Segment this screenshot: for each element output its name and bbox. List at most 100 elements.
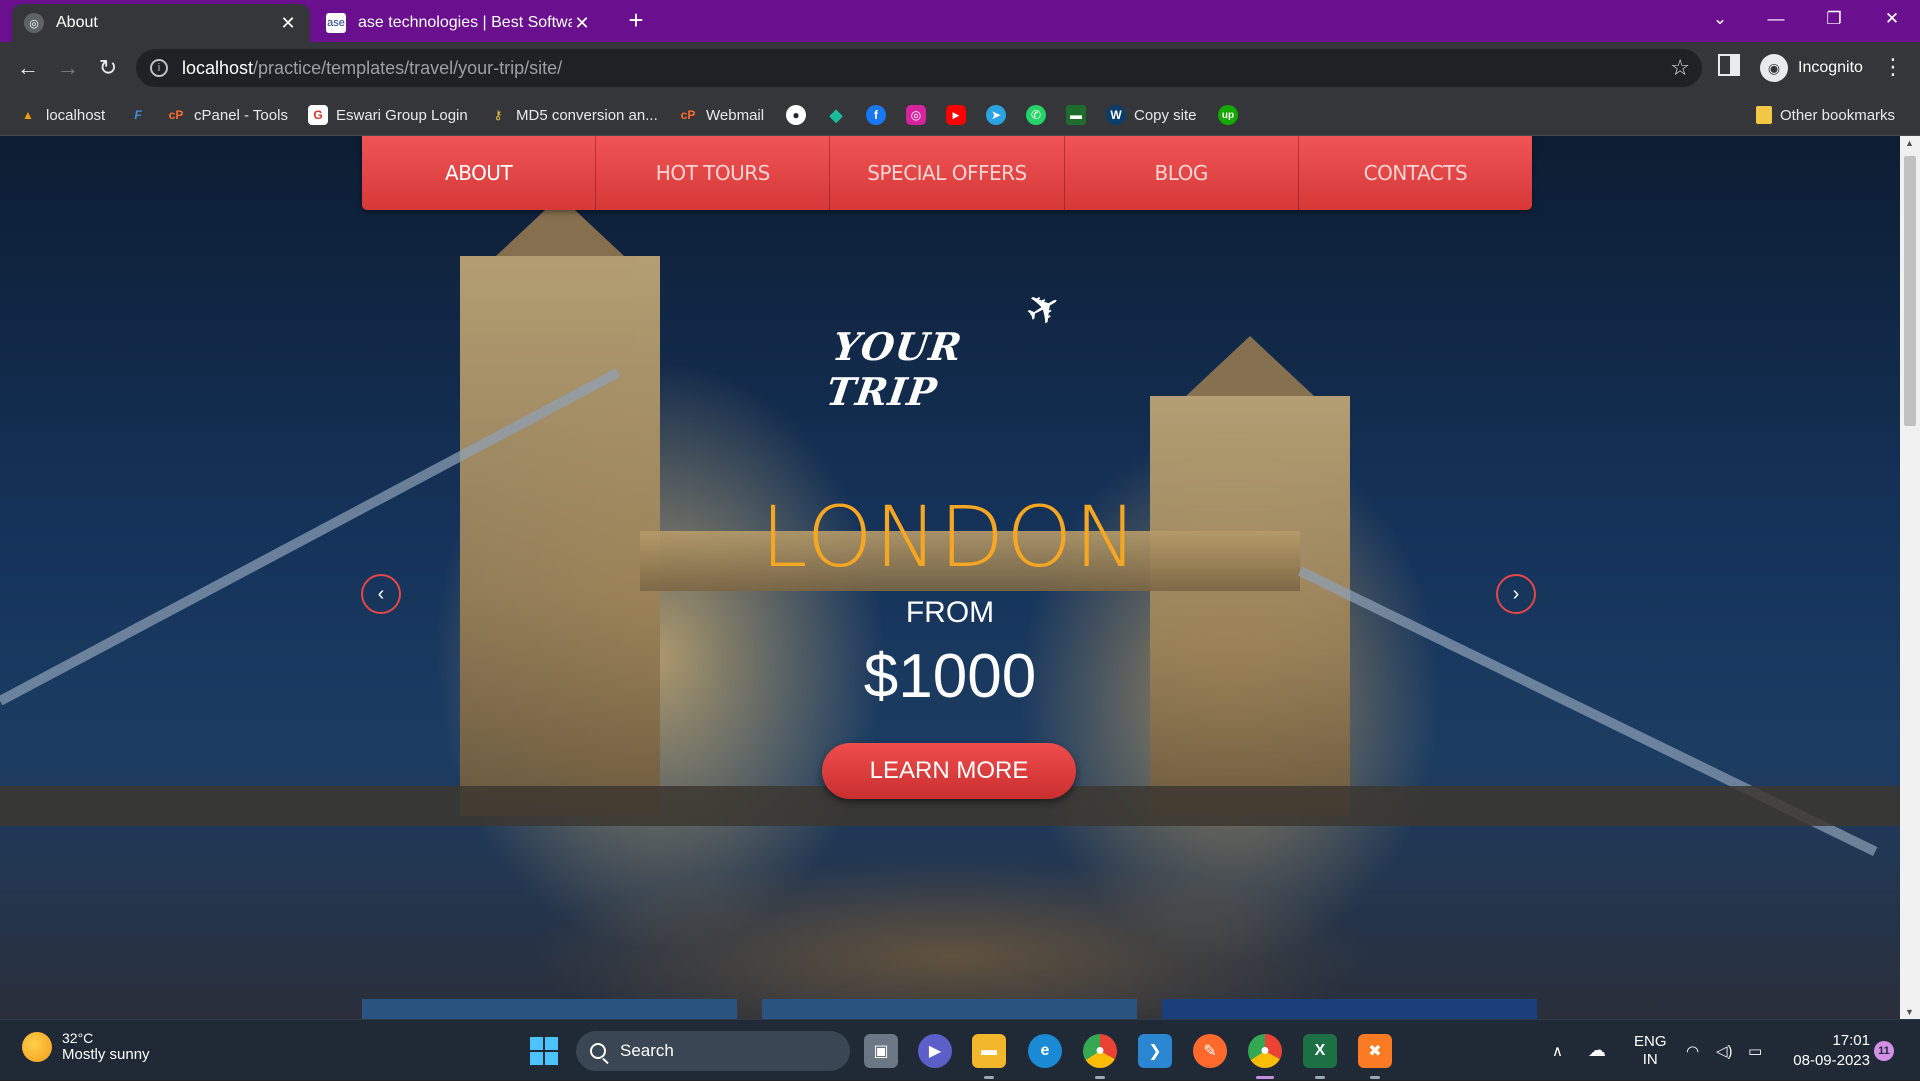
bookmark-localhost[interactable]: ▲ localhost bbox=[18, 103, 105, 127]
tour-card[interactable] bbox=[362, 999, 737, 1019]
bookmark-instagram[interactable]: ◎ bbox=[906, 103, 926, 127]
chrome-incognito-icon[interactable]: ● bbox=[1248, 1034, 1282, 1068]
language-indicator[interactable]: ENG IN bbox=[1634, 1020, 1667, 1081]
bookmark-facebook[interactable]: f bbox=[866, 103, 886, 127]
diamond-icon: ◆ bbox=[829, 104, 843, 125]
tab-ase-technologies[interactable]: ase ase technologies | Best Software ✕ bbox=[314, 4, 604, 42]
volume-icon[interactable]: ◁) bbox=[1716, 1020, 1733, 1081]
bookmark-cpanel[interactable]: cP cPanel - Tools bbox=[166, 103, 288, 127]
bookmark-eswari[interactable]: G Eswari Group Login bbox=[308, 103, 468, 127]
clock[interactable]: 17:01 08-09-2023 bbox=[1782, 1031, 1870, 1071]
hero-from-label: FROM bbox=[905, 596, 995, 629]
slider-next-button[interactable]: › bbox=[1496, 574, 1536, 614]
site-info-icon[interactable]: i bbox=[150, 59, 168, 77]
bookmark-webmail[interactable]: cP Webmail bbox=[678, 103, 764, 127]
vscode-icon[interactable]: ❯ bbox=[1138, 1034, 1172, 1068]
xampp-icon: ▲ bbox=[22, 108, 34, 122]
wifi-icon[interactable]: ◠ bbox=[1686, 1020, 1699, 1081]
close-tab-icon[interactable]: ✕ bbox=[278, 13, 298, 34]
scroll-up-icon[interactable]: ▲ bbox=[1905, 138, 1914, 148]
tab-about[interactable]: ◎ About ✕ bbox=[12, 4, 310, 42]
github-icon: ● bbox=[786, 105, 806, 125]
browser-titlebar: ◎ About ✕ ase ase technologies | Best So… bbox=[0, 0, 1920, 42]
tab-title: About bbox=[56, 14, 98, 31]
file-explorer-icon[interactable]: ▬ bbox=[972, 1034, 1006, 1068]
bookmark-copy-site[interactable]: W Copy site bbox=[1106, 103, 1197, 127]
slider-prev-button[interactable]: ‹ bbox=[361, 574, 401, 614]
bookmark-youtube[interactable]: ▶ bbox=[946, 103, 966, 127]
tab-search-icon[interactable]: ⌄ bbox=[1692, 0, 1748, 38]
chevron-left-icon: ‹ bbox=[377, 582, 385, 605]
search-placeholder: Search bbox=[620, 1041, 674, 1060]
other-bookmarks[interactable]: Other bookmarks bbox=[1756, 103, 1895, 127]
taskbar-search[interactable]: Search bbox=[576, 1031, 850, 1071]
bookmark-green[interactable]: ▬ bbox=[1066, 103, 1086, 127]
side-panel-icon[interactable] bbox=[1718, 54, 1740, 76]
nav-contacts[interactable]: CONTACTS bbox=[1299, 136, 1532, 210]
restore-button[interactable]: ❐ bbox=[1806, 0, 1862, 38]
tour-card[interactable] bbox=[1162, 999, 1537, 1019]
show-hidden-icons[interactable]: ∧ bbox=[1552, 1020, 1563, 1081]
bookmark-whatsapp[interactable]: ✆ bbox=[1026, 103, 1046, 127]
xampp-icon[interactable]: ✖ bbox=[1358, 1034, 1392, 1068]
scrollbar-thumb[interactable] bbox=[1904, 156, 1916, 426]
scroll-down-icon[interactable]: ▼ bbox=[1905, 1007, 1914, 1017]
bookmark-f[interactable]: F bbox=[128, 103, 148, 127]
battery-icon[interactable]: ▭ bbox=[1748, 1020, 1762, 1081]
brave-icon[interactable]: ✎ bbox=[1193, 1034, 1227, 1068]
close-tab-icon[interactable]: ✕ bbox=[572, 13, 592, 34]
nav-blog[interactable]: BLOG bbox=[1065, 136, 1299, 210]
cpanel-icon: cP bbox=[168, 108, 184, 122]
chrome-icon[interactable]: ● bbox=[1083, 1034, 1117, 1068]
learn-more-button[interactable]: LEARN MORE bbox=[822, 743, 1076, 799]
hero-city: LONDON bbox=[760, 488, 1140, 586]
back-button[interactable]: ← bbox=[12, 52, 44, 84]
page-scrollbar[interactable]: ▲ ▼ bbox=[1900, 136, 1920, 1019]
running-indicator bbox=[984, 1076, 994, 1079]
nav-special-offers[interactable]: SPECIAL OFFERS bbox=[830, 136, 1065, 210]
forward-button[interactable]: → bbox=[52, 52, 84, 84]
bookmark-star-icon[interactable]: ☆ bbox=[1670, 55, 1690, 81]
time: 17:01 bbox=[1832, 1032, 1870, 1049]
tour-card[interactable] bbox=[762, 999, 1137, 1019]
address-bar[interactable]: i localhost/practice/templates/travel/yo… bbox=[136, 49, 1702, 87]
new-tab-button[interactable]: + bbox=[622, 6, 650, 34]
url-text[interactable]: localhost/practice/templates/travel/your… bbox=[182, 58, 562, 79]
bookmark-upwork[interactable]: up bbox=[1218, 103, 1238, 127]
bookmark-telegram[interactable]: ➤ bbox=[986, 103, 1006, 127]
logo-text: YOUR TRIP bbox=[823, 324, 966, 414]
teams-chat-icon[interactable]: ▶ bbox=[918, 1034, 952, 1068]
bookmark-diamond[interactable]: ◆ bbox=[826, 103, 846, 127]
main-nav: ABOUT HOT TOURS SPECIAL OFFERS BLOG CONT… bbox=[362, 136, 1532, 210]
w-icon: W bbox=[1106, 105, 1126, 125]
leaf-icon: ▬ bbox=[1066, 105, 1086, 125]
browser-menu-icon[interactable]: ⋮ bbox=[1882, 54, 1904, 80]
weather-widget[interactable]: 32°C Mostly sunny bbox=[22, 1030, 150, 1063]
telegram-icon: ➤ bbox=[986, 105, 1006, 125]
whatsapp-icon: ✆ bbox=[1026, 105, 1046, 125]
site-logo[interactable]: YOUR TRIP ✈ bbox=[824, 279, 1076, 414]
weather-temp: 32°C bbox=[62, 1030, 94, 1046]
nav-about[interactable]: ABOUT bbox=[362, 136, 597, 210]
bookmark-github[interactable]: ● bbox=[786, 103, 806, 127]
onedrive-icon[interactable]: ☁ bbox=[1588, 1020, 1606, 1081]
running-indicator bbox=[1370, 1076, 1380, 1079]
notification-badge[interactable]: 11 bbox=[1874, 1041, 1894, 1061]
upwork-icon: up bbox=[1218, 105, 1238, 125]
nav-hot-tours[interactable]: HOT TOURS bbox=[596, 136, 831, 210]
facebook-icon: f bbox=[866, 105, 886, 125]
windows-start-icon[interactable] bbox=[530, 1037, 558, 1065]
edge-icon[interactable]: e bbox=[1028, 1034, 1062, 1068]
close-window-button[interactable]: ✕ bbox=[1864, 0, 1920, 38]
bookmark-md5[interactable]: ⚷ MD5 conversion an... bbox=[488, 103, 658, 127]
task-view-icon[interactable]: ▣ bbox=[864, 1034, 898, 1068]
incognito-profile-button[interactable]: ◉ Incognito bbox=[1756, 50, 1877, 86]
cpanel-icon: cP bbox=[680, 108, 696, 122]
hero-price: $1000 bbox=[863, 642, 1037, 711]
excel-icon[interactable]: X bbox=[1303, 1034, 1337, 1068]
key-icon: ⚷ bbox=[493, 108, 503, 122]
reload-button[interactable]: ↻ bbox=[92, 52, 124, 84]
minimize-button[interactable]: — bbox=[1748, 0, 1804, 38]
running-indicator bbox=[1315, 1076, 1325, 1079]
tab-title: ase technologies | Best Software bbox=[358, 14, 572, 31]
